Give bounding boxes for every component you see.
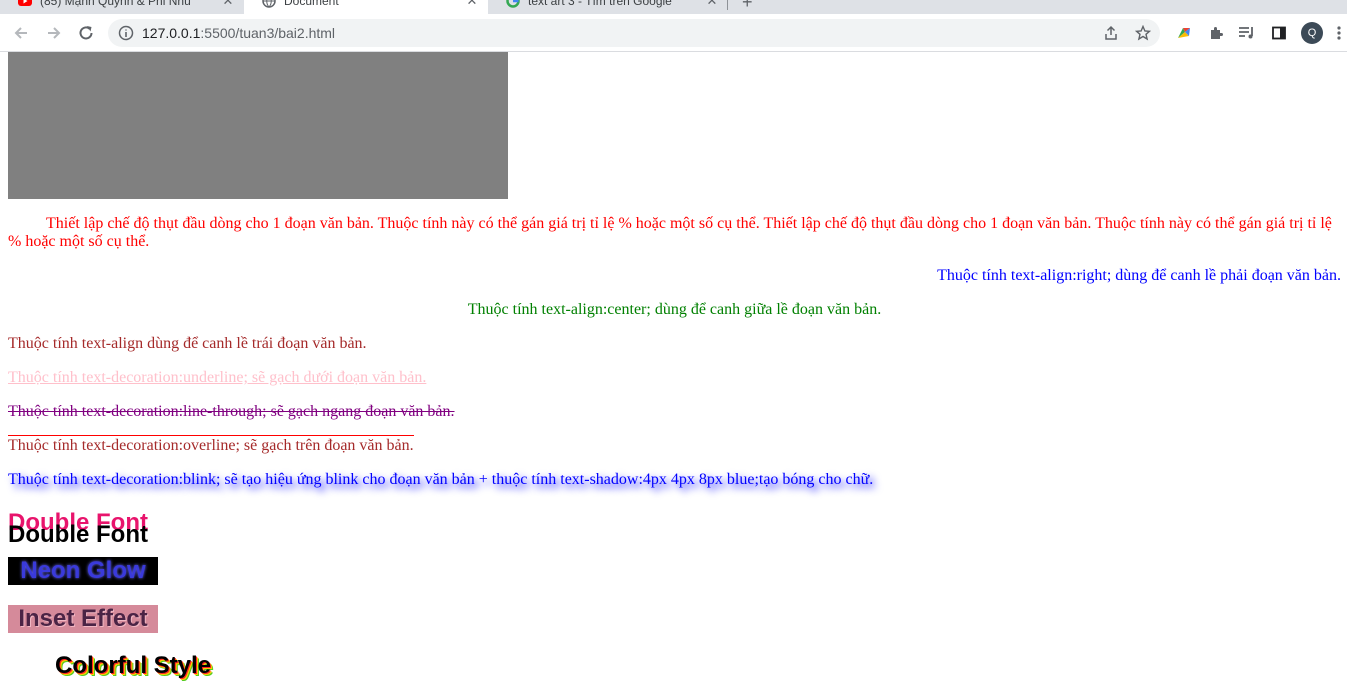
- tab-youtube[interactable]: (85) Mạnh Quỳnh & Phi Nhu ✕: [0, 0, 244, 14]
- inset-effect-text: Inset Effect: [8, 605, 158, 633]
- puzzle-icon: [1211, 27, 1223, 39]
- browser-toolbar: 127.0.0.1:5500/tuan3/bai2.html Q: [0, 14, 1347, 52]
- extensions-menu-button[interactable]: [1204, 21, 1228, 45]
- share-button[interactable]: [1102, 24, 1120, 42]
- center-aligned-paragraph: Thuộc tính text-align:center; dùng để ca…: [467, 301, 882, 318]
- profile-avatar[interactable]: Q: [1301, 22, 1323, 44]
- info-icon[interactable]: [118, 25, 134, 41]
- tab-title: (85) Mạnh Quỳnh & Phi Nhu: [40, 0, 191, 8]
- tab-title: text art 3 - Tìm trên Google: [528, 0, 672, 8]
- extension-button[interactable]: [1172, 21, 1196, 45]
- tab-google[interactable]: text art 3 - Tìm trên Google ✕: [488, 0, 728, 14]
- indent-paragraph: Thiết lập chế độ thụt đầu dòng cho 1 đoạ…: [8, 215, 1332, 250]
- tab-strip: (85) Mạnh Quỳnh & Phi Nhu ✕ Document ✕ t…: [0, 0, 1347, 14]
- blink-shadow-paragraph: Thuộc tính text-decoration:blink; sẽ tạo…: [8, 471, 874, 488]
- more-vert-icon: [1337, 26, 1341, 40]
- side-panel-icon: [1272, 26, 1286, 40]
- youtube-icon: [18, 0, 32, 6]
- bookmark-button[interactable]: [1134, 24, 1152, 42]
- url-text[interactable]: 127.0.0.1:5500/tuan3/bai2.html: [142, 25, 335, 41]
- new-tab-button[interactable]: +: [742, 0, 753, 13]
- globe-icon: [262, 0, 276, 8]
- google-icon: [506, 0, 520, 8]
- menu-button[interactable]: [1332, 21, 1346, 45]
- url-host: 127.0.0.1: [142, 25, 201, 41]
- close-icon[interactable]: ✕: [220, 0, 236, 9]
- left-aligned-paragraph: Thuộc tính text-align dùng để canh lề tr…: [8, 335, 367, 352]
- right-aligned-paragraph: Thuộc tính text-align:right; dùng để can…: [937, 267, 1341, 284]
- colorful-style-text: Colorful Style: [55, 652, 212, 679]
- tab-separator: [727, 0, 728, 10]
- neon-glow-text: Neon Glow: [8, 557, 158, 585]
- address-bar[interactable]: 127.0.0.1:5500/tuan3/bai2.html: [108, 19, 1160, 47]
- close-icon[interactable]: ✕: [704, 0, 720, 9]
- forward-icon: [48, 27, 61, 39]
- extension-color-icon: [1178, 28, 1190, 38]
- tab-document[interactable]: Document ✕: [244, 0, 488, 14]
- bookmark-star-icon: [1135, 25, 1151, 41]
- overline-paragraph: Thuộc tính text-decoration:overline; sẽ …: [8, 437, 414, 454]
- back-icon: [14, 27, 27, 39]
- close-icon[interactable]: ✕: [464, 0, 480, 9]
- reload-icon: [79, 26, 93, 40]
- tab-title: Document: [284, 0, 339, 8]
- side-panel-button[interactable]: [1267, 21, 1291, 45]
- grey-block: [8, 52, 508, 199]
- url-path: :5500/tuan3/bai2.html: [200, 25, 336, 41]
- share-icon: [1105, 25, 1117, 40]
- forward-button[interactable]: [42, 21, 66, 45]
- page-viewport[interactable]: Thiết lập chế độ thụt đầu dòng cho 1 đoạ…: [0, 52, 1347, 698]
- line-through-paragraph: Thuộc tính text-decoration:line-through;…: [8, 403, 455, 420]
- underline-paragraph: Thuộc tính text-decoration:underline; sẽ…: [8, 369, 427, 386]
- overline-rule: [8, 435, 414, 436]
- reload-button[interactable]: [74, 21, 98, 45]
- media-control-button[interactable]: [1235, 21, 1259, 45]
- back-button[interactable]: [9, 21, 33, 45]
- double-font-front: Double Font: [8, 521, 148, 548]
- media-queue-icon: [1239, 27, 1253, 39]
